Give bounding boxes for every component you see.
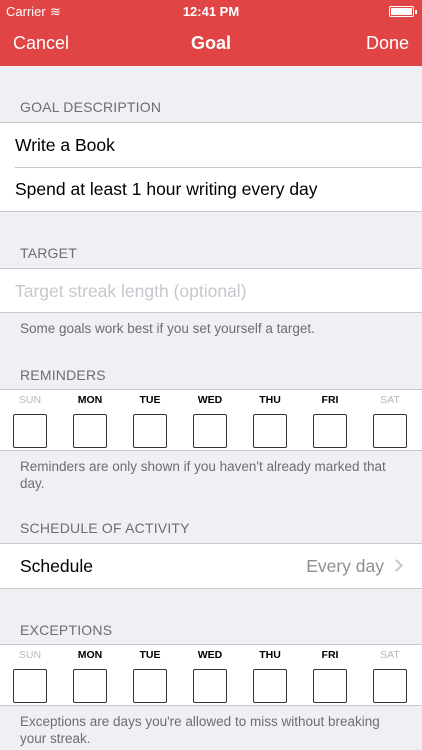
target-streak-input[interactable]: Target streak length (optional) xyxy=(0,269,422,313)
exception-checkbox-thu[interactable] xyxy=(253,669,287,703)
goal-description-header: GOAL DESCRIPTION xyxy=(20,99,162,115)
exception-checkbox-sat[interactable] xyxy=(373,669,407,703)
page-title: Goal xyxy=(190,33,231,53)
day-label: SUN xyxy=(18,394,42,406)
reminder-checkbox-sat[interactable] xyxy=(373,414,407,448)
goal-detail-value: Spend at least 1 hour writing every day xyxy=(15,179,318,199)
day-label: MON xyxy=(77,394,103,406)
exception-day-sat: SAT xyxy=(372,649,408,703)
exception-day-mon: MON xyxy=(72,649,108,703)
chevron-right-icon xyxy=(390,559,403,572)
target-streak-placeholder: Target streak length (optional) xyxy=(15,281,247,301)
reminder-day-sat: SAT xyxy=(372,394,408,448)
reminders-header: REMINDERS xyxy=(20,367,106,383)
reminder-day-sun: SUN xyxy=(12,394,48,448)
reminder-checkbox-wed[interactable] xyxy=(193,414,227,448)
reminder-day-wed: WED xyxy=(192,394,228,448)
day-label: TUE xyxy=(139,394,161,406)
day-label: FRI xyxy=(321,649,339,661)
reminder-checkbox-tue[interactable] xyxy=(133,414,167,448)
status-bar: Carrier ≋ 12:41 PM xyxy=(0,0,422,22)
target-group: Target streak length (optional) xyxy=(0,268,422,313)
exceptions-footer: Exceptions are days you're allowed to mi… xyxy=(20,714,380,746)
reminder-day-fri: FRI xyxy=(312,394,348,448)
day-label: TUE xyxy=(139,649,161,661)
status-time: 12:41 PM xyxy=(182,4,240,19)
top-bar: Carrier ≋ 12:41 PM Cancel Goal Done xyxy=(0,0,422,66)
schedule-value: Every day xyxy=(306,556,384,576)
reminder-day-tue: TUE xyxy=(132,394,168,448)
reminder-day-mon: MON xyxy=(72,394,108,448)
reminders-days-row: SUN MON TUE WED THU FRI SAT xyxy=(0,389,422,451)
schedule-label: Schedule xyxy=(20,556,93,576)
exceptions-days-row: SUN MON TUE WED THU FRI SAT xyxy=(0,644,422,706)
exceptions-header: EXCEPTIONS xyxy=(20,622,113,638)
reminder-checkbox-mon[interactable] xyxy=(73,414,107,448)
target-header: TARGET xyxy=(20,245,77,261)
navigation-bar: Cancel Goal Done xyxy=(0,22,422,66)
exception-day-fri: FRI xyxy=(312,649,348,703)
day-label: SAT xyxy=(380,649,400,661)
exception-checkbox-wed[interactable] xyxy=(193,669,227,703)
exception-checkbox-tue[interactable] xyxy=(133,669,167,703)
exception-checkbox-sun[interactable] xyxy=(13,669,47,703)
day-label: FRI xyxy=(321,394,339,406)
reminder-checkbox-fri[interactable] xyxy=(313,414,347,448)
day-label: SUN xyxy=(18,649,42,661)
day-label: MON xyxy=(77,649,103,661)
day-label: WED xyxy=(197,394,223,406)
day-label: SAT xyxy=(380,394,400,406)
reminder-checkbox-sun[interactable] xyxy=(13,414,47,448)
reminders-footer: Reminders are only shown if you haven't … xyxy=(20,459,386,491)
battery-icon xyxy=(389,6,417,17)
day-label: WED xyxy=(197,649,223,661)
exception-day-wed: WED xyxy=(192,649,228,703)
exception-day-tue: TUE xyxy=(132,649,168,703)
done-button[interactable]: Done xyxy=(366,33,409,54)
exception-day-thu: THU xyxy=(252,649,288,703)
goal-detail-field[interactable]: Spend at least 1 hour writing every day xyxy=(0,167,422,211)
goal-description-group: Write a Book Spend at least 1 hour writi… xyxy=(0,122,422,212)
exception-checkbox-fri[interactable] xyxy=(313,669,347,703)
target-footer: Some goals work best if you set yourself… xyxy=(20,321,315,336)
reminder-checkbox-thu[interactable] xyxy=(253,414,287,448)
schedule-row[interactable]: Schedule Every day xyxy=(0,543,422,589)
reminder-day-thu: THU xyxy=(252,394,288,448)
exception-day-sun: SUN xyxy=(12,649,48,703)
schedule-header: SCHEDULE OF ACTIVITY xyxy=(20,520,190,536)
exception-checkbox-mon[interactable] xyxy=(73,669,107,703)
goal-title-field[interactable]: Write a Book xyxy=(0,123,422,167)
day-label: THU xyxy=(259,394,281,406)
day-label: THU xyxy=(259,649,281,661)
goal-title-value: Write a Book xyxy=(15,135,115,155)
